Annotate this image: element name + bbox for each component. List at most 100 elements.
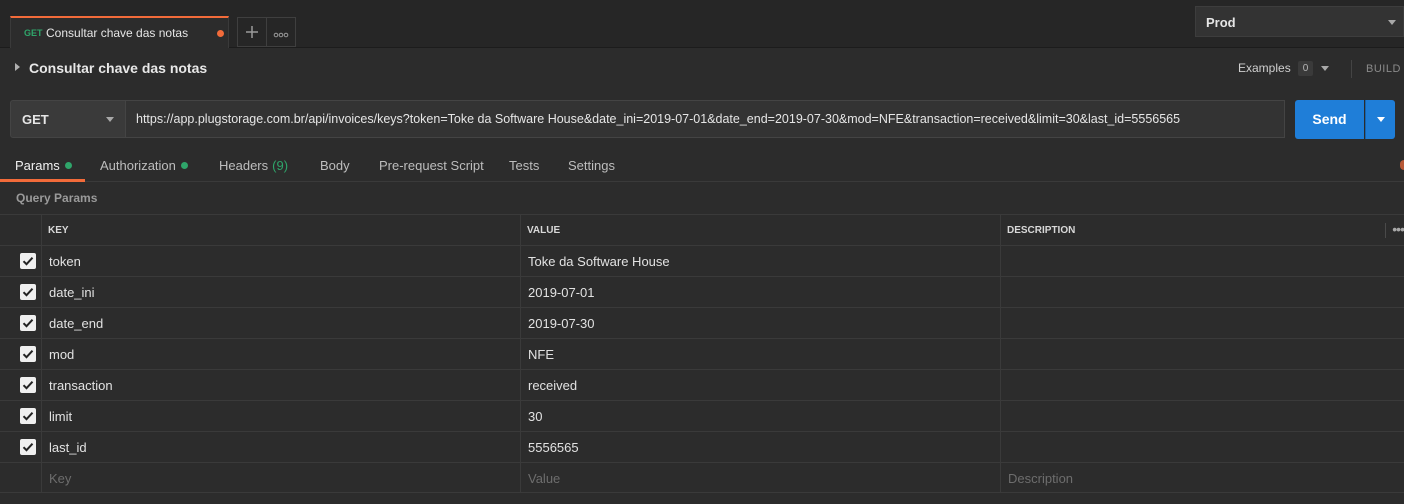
value-cell[interactable]: 2019-07-30 <box>520 308 1000 338</box>
send-button[interactable]: Send <box>1295 100 1364 139</box>
table-row: transaction received <box>0 369 1404 400</box>
chevron-down-icon <box>106 117 114 122</box>
row-checkbox[interactable] <box>20 346 36 362</box>
row-checkbox[interactable] <box>20 439 36 455</box>
param-value: 30 <box>528 409 543 424</box>
column-separator <box>1385 223 1386 238</box>
tab-headers-label: Headers <box>219 158 269 173</box>
more-horizontal-icon[interactable]: ••• <box>1392 221 1404 237</box>
param-key: transaction <box>49 378 113 393</box>
params-table: KEY VALUE DESCRIPTION ••• token Toke da … <box>0 214 1404 493</box>
param-key: token <box>49 254 81 269</box>
description-cell[interactable] <box>1000 308 1404 338</box>
table-row: date_ini 2019-07-01 <box>0 276 1404 307</box>
build-button[interactable]: BUILD <box>1366 63 1401 75</box>
url-input[interactable] <box>126 100 1285 138</box>
description-cell[interactable] <box>1000 246 1404 276</box>
value-cell[interactable]: 2019-07-01 <box>520 277 1000 307</box>
new-param-row: Key Value Description <box>0 462 1404 493</box>
row-checkbox[interactable] <box>20 315 36 331</box>
checkmark-icon <box>22 350 34 359</box>
key-cell[interactable]: date_ini <box>41 277 520 307</box>
tab-pre-request-script[interactable]: Pre-request Script <box>379 158 484 173</box>
headers-count: (9) <box>272 158 289 173</box>
tab-settings[interactable]: Settings <box>568 158 615 173</box>
request-tab[interactable]: GET Consultar chave das notas <box>10 16 229 48</box>
divider <box>1351 60 1352 78</box>
examples-chevron-icon[interactable] <box>1321 66 1329 71</box>
row-checkbox[interactable] <box>20 253 36 269</box>
tab-name: Consultar chave das notas <box>46 26 189 40</box>
tab-authorization[interactable]: Authorization <box>100 158 188 173</box>
send-options-button[interactable] <box>1365 100 1395 139</box>
chevron-down-icon <box>1388 20 1396 25</box>
checkbox-cell <box>0 339 41 369</box>
value-cell[interactable]: received <box>520 370 1000 400</box>
checkmark-icon <box>22 257 34 266</box>
key-cell[interactable]: last_id <box>41 432 520 462</box>
method-select[interactable]: GET <box>10 100 126 138</box>
value-cell[interactable]: Toke da Software House <box>520 246 1000 276</box>
table-row: token Toke da Software House <box>0 245 1404 276</box>
examples-button[interactable]: Examples <box>1238 61 1291 75</box>
checkbox-cell <box>0 401 41 431</box>
param-key: limit <box>49 409 73 424</box>
new-value-cell[interactable]: Value <box>520 463 1000 493</box>
key-cell[interactable]: limit <box>41 401 520 431</box>
value-cell[interactable]: 30 <box>520 401 1000 431</box>
checkbox-cell <box>0 463 41 493</box>
header-description: DESCRIPTION ••• <box>1000 215 1404 245</box>
tab-params-label: Params <box>15 158 60 173</box>
table-header-row: KEY VALUE DESCRIPTION ••• <box>0 214 1404 245</box>
description-cell[interactable] <box>1000 339 1404 369</box>
new-tab-button[interactable] <box>237 17 267 47</box>
request-subtabs: Params Authorization Headers (9) Body Pre… <box>0 148 1404 182</box>
description-cell[interactable] <box>1000 277 1404 307</box>
description-cell[interactable] <box>1000 370 1404 400</box>
key-cell[interactable]: mod <box>41 339 520 369</box>
checkmark-icon <box>22 443 34 452</box>
cookies-indicator <box>1400 160 1404 170</box>
checkmark-icon <box>22 412 34 421</box>
key-cell[interactable]: date_end <box>41 308 520 338</box>
param-value: 2019-07-01 <box>528 285 595 300</box>
tab-params[interactable]: Params <box>15 158 72 173</box>
tab-tests[interactable]: Tests <box>509 158 539 173</box>
environment-select[interactable]: Prod <box>1195 6 1404 37</box>
param-key: date_end <box>49 316 104 331</box>
plus-icon <box>246 26 258 38</box>
description-placeholder: Description <box>1008 471 1074 486</box>
tab-options-button[interactable] <box>266 17 296 47</box>
request-title-row: Consultar chave das notas Examples 0 BUI… <box>0 48 1404 88</box>
tab-body[interactable]: Body <box>320 158 350 173</box>
header-value: VALUE <box>520 215 1000 245</box>
checkbox-cell <box>0 277 41 307</box>
tab-method-badge: GET <box>24 28 43 38</box>
examples-count-badge: 0 <box>1298 61 1313 76</box>
request-title[interactable]: Consultar chave das notas <box>29 60 207 76</box>
query-params-label: Query Params <box>16 191 98 205</box>
row-checkbox[interactable] <box>20 284 36 300</box>
key-cell[interactable]: token <box>41 246 520 276</box>
description-cell[interactable] <box>1000 401 1404 431</box>
row-checkbox[interactable] <box>20 408 36 424</box>
key-placeholder: Key <box>49 471 72 486</box>
description-cell[interactable] <box>1000 432 1404 462</box>
status-dot <box>64 162 72 169</box>
new-key-cell[interactable]: Key <box>41 463 520 493</box>
row-checkbox[interactable] <box>20 377 36 393</box>
unsaved-changes-dot <box>217 30 224 37</box>
header-key-label: KEY <box>48 225 69 236</box>
param-key: mod <box>49 347 75 362</box>
tab-authorization-label: Authorization <box>100 158 176 173</box>
param-key: date_ini <box>49 285 95 300</box>
param-value: Toke da Software House <box>528 254 670 269</box>
key-cell[interactable]: transaction <box>41 370 520 400</box>
table-row: last_id 5556565 <box>0 431 1404 462</box>
tab-headers[interactable]: Headers (9) <box>219 158 288 173</box>
value-cell[interactable]: 5556565 <box>520 432 1000 462</box>
expand-triangle-icon[interactable] <box>15 63 20 71</box>
new-description-cell[interactable]: Description <box>1000 463 1404 493</box>
value-cell[interactable]: NFE <box>520 339 1000 369</box>
checkbox-cell <box>0 308 41 338</box>
